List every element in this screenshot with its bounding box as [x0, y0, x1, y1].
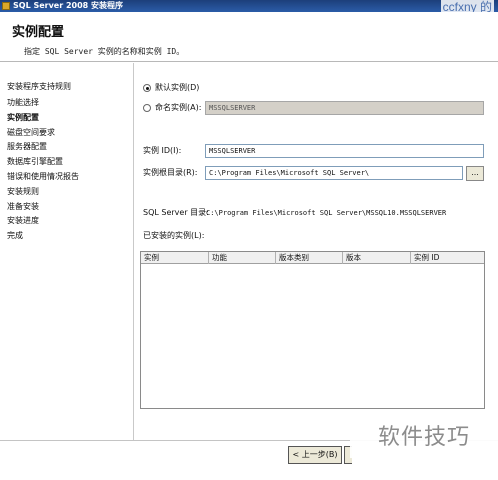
instance-root-dir-input[interactable]: C:\Program Files\Microsoft SQL Server\	[205, 166, 463, 180]
column-header-edition[interactable]: 版本类别	[276, 252, 343, 264]
page-title: 实例配置	[12, 25, 65, 40]
sidebar-item-install-progress[interactable]: 安装进度	[7, 215, 39, 226]
named-instance-radio[interactable]	[143, 104, 151, 112]
column-header-instance-id[interactable]: 实例 ID	[411, 252, 484, 264]
window-title-bar: SQL Server 2008 安装程序	[0, 0, 498, 12]
instance-root-dir-label: 实例根目录(R):	[143, 168, 198, 177]
sidebar-item-install-rules[interactable]: 安装规则	[7, 186, 39, 197]
column-header-instance[interactable]: 实例	[141, 252, 209, 264]
page-subtitle: 指定 SQL Server 实例的名称和实例 ID。	[24, 47, 185, 56]
column-header-version[interactable]: 版本	[343, 252, 411, 264]
app-icon	[2, 2, 10, 10]
sql-server-dir-value: C:\Program Files\Microsoft SQL Server\MS…	[206, 209, 447, 217]
default-instance-label: 默认实例(D)	[155, 83, 200, 92]
sidebar-item-instance-configuration[interactable]: 实例配置	[7, 112, 39, 123]
table-header: 实例 功能 版本类别 版本 实例 ID	[141, 252, 484, 264]
sidebar-steps: 安装程序支持规则 功能选择 实例配置 磁盘空间要求 服务器配置 数据库引擎配置 …	[0, 63, 134, 440]
sql-server-dir-label: SQL Server 目录:	[143, 208, 209, 217]
window-title: SQL Server 2008 安装程序	[13, 1, 123, 10]
named-instance-label: 命名实例(A):	[155, 103, 202, 112]
default-instance-radio[interactable]	[143, 84, 151, 92]
installed-instances-label: 已安装的实例(L):	[143, 231, 205, 240]
browse-button[interactable]: ...	[466, 166, 484, 181]
sidebar-item-error-reporting[interactable]: 错误和使用情况报告	[7, 171, 79, 182]
back-button[interactable]: < 上一步(B)	[288, 446, 342, 464]
sidebar-item-disk-space[interactable]: 磁盘空间要求	[7, 127, 55, 138]
sidebar-item-feature-selection[interactable]: 功能选择	[7, 97, 39, 108]
sidebar-item-setup-support-rules[interactable]: 安装程序支持规则	[7, 81, 71, 92]
column-header-features[interactable]: 功能	[209, 252, 276, 264]
installed-instances-table[interactable]: 实例 功能 版本类别 版本 实例 ID	[140, 251, 485, 409]
named-instance-input[interactable]: MSSQLSERVER	[205, 101, 484, 115]
sidebar-item-database-engine[interactable]: 数据库引擎配置	[7, 156, 63, 167]
sidebar-item-ready-to-install[interactable]: 准备安装	[7, 201, 39, 212]
sidebar-item-complete[interactable]: 完成	[7, 230, 23, 241]
instance-id-input[interactable]: MSSQLSERVER	[205, 144, 484, 158]
page-header: 实例配置 指定 SQL Server 实例的名称和实例 ID。	[0, 12, 498, 62]
sidebar-item-server-configuration[interactable]: 服务器配置	[7, 141, 47, 152]
instance-id-label: 实例 ID(I):	[143, 146, 182, 155]
watermark-bottom: 软件技巧	[350, 418, 498, 458]
